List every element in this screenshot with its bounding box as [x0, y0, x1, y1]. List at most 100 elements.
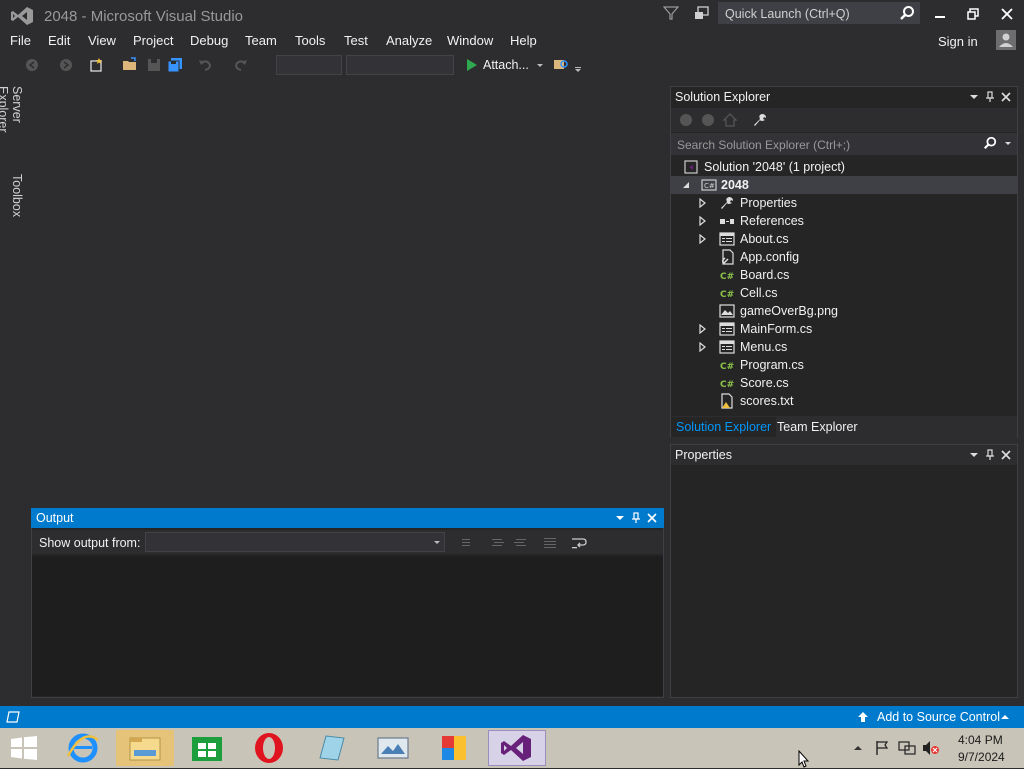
taskbar-clock-time[interactable]: 4:04 PM — [958, 733, 1003, 747]
tree-row-about[interactable]: About.cs — [671, 230, 1017, 248]
clear-all-icon[interactable] — [542, 535, 558, 551]
tree-row-project[interactable]: C# 2048 — [671, 176, 1017, 194]
solution-explorer-close-icon[interactable] — [1000, 91, 1012, 103]
toolbar-overflow-icon[interactable] — [572, 57, 588, 73]
menu-window[interactable]: Window — [447, 33, 493, 48]
tree-row-references[interactable]: References — [671, 212, 1017, 230]
restore-button[interactable] — [958, 2, 988, 26]
add-to-source-control-button[interactable]: Add to Source Control — [877, 710, 1000, 724]
tree-row-score[interactable]: C# Score.cs — [671, 374, 1017, 392]
properties-close-icon[interactable] — [1000, 449, 1012, 461]
properties-pin-icon[interactable] — [984, 449, 996, 461]
new-project-icon[interactable] — [88, 57, 104, 73]
menu-project[interactable]: Project — [133, 33, 173, 48]
attach-button[interactable]: Attach... — [483, 58, 529, 72]
menu-view[interactable]: View — [88, 33, 116, 48]
notification-icon[interactable] — [6, 711, 20, 723]
output-pin-icon[interactable] — [630, 512, 642, 524]
output-text-area[interactable] — [32, 556, 663, 696]
action-center-flag-icon[interactable] — [874, 740, 890, 756]
previous-message-icon[interactable] — [490, 535, 506, 551]
menu-file[interactable]: File — [10, 33, 31, 48]
taskbar-store[interactable] — [178, 730, 236, 766]
home-icon[interactable] — [722, 112, 738, 128]
menu-test[interactable]: Test — [344, 33, 368, 48]
tree-row-app-config[interactable]: App.config — [671, 248, 1017, 266]
solution-explorer-dropdown-icon[interactable] — [968, 91, 980, 103]
solution-explorer-search-input[interactable] — [675, 136, 979, 154]
close-button[interactable] — [992, 2, 1022, 26]
menu-tools[interactable]: Tools — [295, 33, 325, 48]
solution-explorer-pin-icon[interactable] — [984, 91, 996, 103]
search-icon[interactable] — [899, 5, 915, 21]
tree-row-solution[interactable]: Solution '2048' (1 project) — [671, 158, 1017, 176]
taskbar-visual-studio[interactable] — [488, 730, 546, 766]
properties-wrench-icon[interactable] — [752, 112, 768, 128]
solution-platform-dropdown[interactable] — [346, 55, 454, 75]
taskbar-clock-date[interactable]: 9/7/2024 — [958, 750, 1005, 764]
collapsed-arrow-icon[interactable] — [698, 234, 708, 244]
account-icon[interactable] — [996, 30, 1016, 50]
sign-in-link[interactable]: Sign in — [938, 34, 978, 49]
menu-debug[interactable]: Debug — [190, 33, 228, 48]
tree-row-gameoverbg[interactable]: gameOverBg.png — [671, 302, 1017, 320]
tree-row-menu[interactable]: Menu.cs — [671, 338, 1017, 356]
collapsed-arrow-icon[interactable] — [698, 216, 708, 226]
collapsed-arrow-icon[interactable] — [698, 198, 708, 208]
tree-row-cell[interactable]: C# Cell.cs — [671, 284, 1017, 302]
output-close-icon[interactable] — [646, 512, 658, 524]
save-icon[interactable] — [146, 57, 162, 73]
expanded-arrow-icon[interactable] — [681, 180, 691, 190]
forward-icon[interactable] — [700, 112, 716, 128]
find-message-icon[interactable] — [460, 535, 476, 551]
find-in-files-icon[interactable] — [553, 57, 569, 73]
collapsed-arrow-icon[interactable] — [698, 342, 708, 352]
word-wrap-icon[interactable] — [571, 535, 587, 551]
menu-team[interactable]: Team — [245, 33, 277, 48]
taskbar-notepad[interactable] — [302, 730, 360, 766]
output-source-select[interactable] — [145, 532, 445, 552]
tree-row-properties[interactable]: Properties — [671, 194, 1017, 212]
menu-edit[interactable]: Edit — [48, 33, 70, 48]
volume-muted-icon[interactable] — [922, 740, 940, 756]
tab-solution-explorer[interactable]: Solution Explorer — [671, 417, 777, 437]
tree-row-scores-txt[interactable]: scores.txt — [671, 392, 1017, 410]
taskbar-remote-desktop[interactable] — [364, 730, 422, 766]
taskbar-opera[interactable] — [240, 730, 298, 766]
navigate-back-icon[interactable] — [24, 57, 40, 73]
tree-row-board[interactable]: C# Board.cs — [671, 266, 1017, 284]
properties-dropdown-icon[interactable] — [968, 449, 980, 461]
collapsed-arrow-icon[interactable] — [698, 324, 708, 334]
toolbox-tab[interactable]: Toolbox — [6, 174, 24, 224]
feedback-icon[interactable] — [694, 5, 712, 21]
undo-icon[interactable] — [197, 57, 213, 73]
solution-configuration-dropdown[interactable] — [276, 55, 342, 75]
save-all-icon[interactable] — [167, 57, 183, 73]
start-play-icon[interactable] — [464, 57, 480, 73]
open-file-icon[interactable] — [122, 57, 138, 73]
chevron-down-icon[interactable] — [1004, 140, 1012, 148]
show-hidden-icons-icon[interactable] — [853, 744, 863, 752]
start-button[interactable] — [0, 728, 48, 768]
menu-help[interactable]: Help — [510, 33, 537, 48]
redo-icon[interactable] — [233, 57, 249, 73]
tree-row-program[interactable]: C# Program.cs — [671, 356, 1017, 374]
network-icon[interactable] — [898, 740, 916, 756]
search-icon[interactable] — [983, 136, 997, 150]
output-dropdown-icon[interactable] — [614, 512, 626, 524]
navigate-forward-icon[interactable] — [58, 57, 74, 73]
chevron-down-icon[interactable] — [532, 57, 548, 73]
notification-filter-icon[interactable] — [663, 5, 679, 21]
taskbar-internet-explorer[interactable] — [54, 730, 112, 766]
back-icon[interactable] — [678, 112, 694, 128]
next-message-icon[interactable] — [512, 535, 528, 551]
menu-analyze[interactable]: Analyze — [386, 33, 432, 48]
quick-launch-input[interactable] — [723, 5, 897, 23]
solution-explorer-search-box[interactable] — [671, 133, 1017, 155]
quick-launch-box[interactable] — [718, 2, 920, 24]
minimize-button[interactable] — [925, 2, 955, 26]
taskbar-control-panel[interactable] — [426, 730, 484, 766]
server-explorer-tab[interactable]: Server Explorer — [0, 86, 24, 166]
tab-team-explorer[interactable]: Team Explorer — [772, 417, 863, 437]
tree-row-mainform[interactable]: MainForm.cs — [671, 320, 1017, 338]
